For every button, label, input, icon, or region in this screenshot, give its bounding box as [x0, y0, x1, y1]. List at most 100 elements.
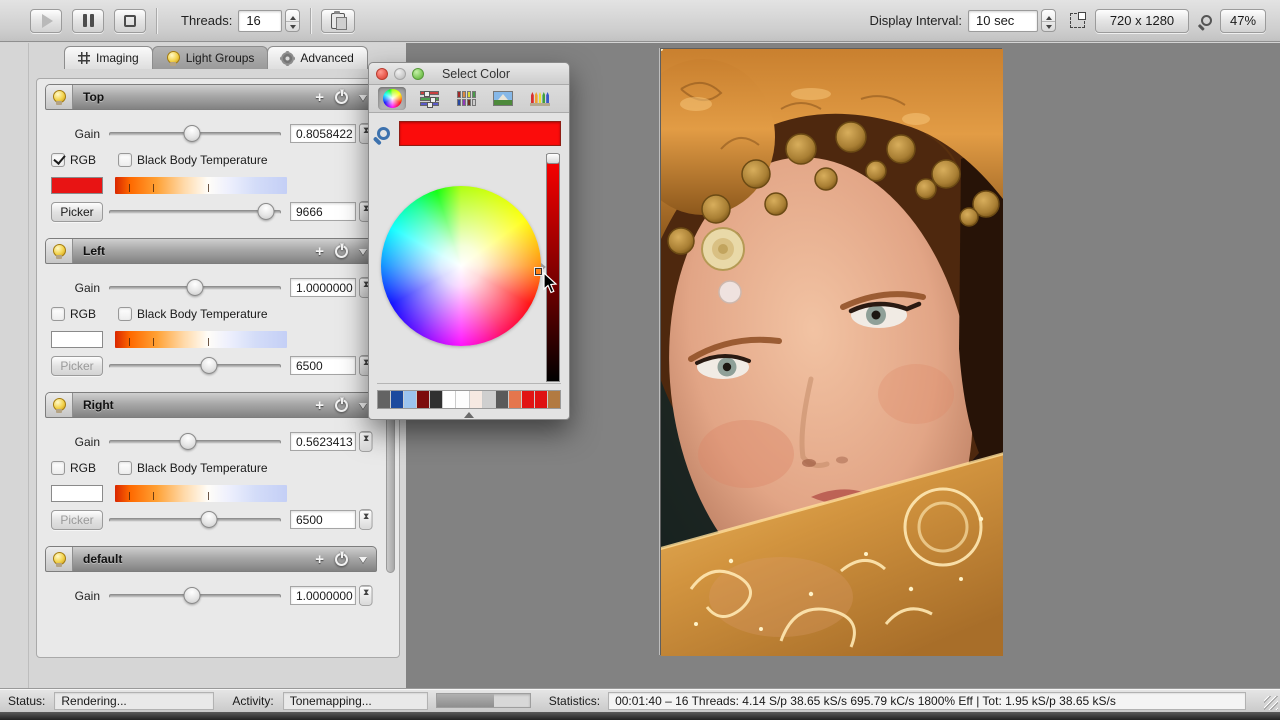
temperature-value-field[interactable]: 6500	[290, 510, 356, 529]
gain-stepper[interactable]	[359, 585, 373, 606]
temperature-slider[interactable]	[109, 202, 281, 222]
color-swatch[interactable]	[483, 391, 496, 408]
toolbar-separator	[310, 8, 311, 34]
sliders-mode-button[interactable]	[415, 87, 443, 110]
light-group-header[interactable]: default +	[45, 546, 377, 572]
picker-button[interactable]: Picker	[51, 202, 103, 222]
display-interval-label: Display Interval:	[870, 13, 962, 28]
swatch-tray	[377, 383, 561, 409]
picker-button[interactable]: Picker	[51, 510, 103, 530]
gain-value-field[interactable]: 1.0000000	[290, 586, 356, 605]
threads-input[interactable]: 16	[238, 10, 282, 32]
palette-mode-button[interactable]	[452, 87, 480, 110]
threads-stepper[interactable]	[285, 9, 300, 32]
add-icon[interactable]: +	[315, 553, 324, 566]
pause-icon	[83, 14, 94, 27]
dialog-titlebar[interactable]: Select Color	[369, 63, 569, 85]
light-group-header[interactable]: Left +	[45, 238, 377, 264]
temperature-value-field[interactable]: 6500	[290, 356, 356, 375]
power-icon[interactable]	[335, 553, 348, 566]
temperature-stepper[interactable]	[359, 509, 373, 530]
rgb-checkbox[interactable]	[51, 307, 65, 321]
render-pause-button[interactable]	[72, 9, 104, 33]
gain-slider[interactable]	[109, 278, 281, 298]
gain-value-field[interactable]: 0.8058422	[290, 124, 356, 143]
crayons-mode-button[interactable]	[526, 87, 554, 110]
bbt-checkbox[interactable]	[118, 153, 132, 167]
temperature-value-field[interactable]: 9666	[290, 202, 356, 221]
color-swatch[interactable]	[430, 391, 443, 408]
color-swatch[interactable]	[456, 391, 469, 408]
gain-value-field[interactable]: 1.0000000	[290, 278, 356, 297]
display-interval-stepper[interactable]	[1041, 9, 1056, 32]
color-swatch[interactable]	[470, 391, 483, 408]
color-swatch[interactable]	[548, 391, 560, 408]
light-group-header[interactable]: Right +	[45, 392, 377, 418]
color-swatch[interactable]	[417, 391, 430, 408]
color-swatch[interactable]	[535, 391, 548, 408]
brightness-slider-thumb[interactable]	[546, 153, 560, 164]
color-wheel[interactable]	[381, 186, 541, 346]
power-icon[interactable]	[335, 399, 348, 412]
tab-imaging[interactable]: Imaging	[64, 46, 153, 69]
copy-to-clipboard-button[interactable]	[321, 9, 355, 33]
color-swatch[interactable]	[51, 331, 103, 348]
statistics-value: 00:01:40 – 16 Threads: 4.14 S/p 38.65 kS…	[608, 692, 1246, 710]
light-group-header[interactable]: Top +	[45, 84, 377, 110]
bbt-checkbox[interactable]	[118, 307, 132, 321]
zoom-level-button[interactable]: 47%	[1220, 9, 1266, 33]
brightness-slider[interactable]	[546, 154, 560, 382]
temperature-slider[interactable]	[109, 356, 281, 376]
render-stop-button[interactable]	[114, 9, 146, 33]
side-panel: Imaging Light Groups Advanced Top +	[0, 43, 406, 688]
chevron-down-icon[interactable]	[359, 95, 367, 105]
color-swatch[interactable]	[443, 391, 456, 408]
add-icon[interactable]: +	[315, 399, 324, 412]
add-icon[interactable]: +	[315, 245, 324, 258]
render-resume-button[interactable]	[30, 9, 62, 33]
color-swatch[interactable]	[391, 391, 404, 408]
blackbody-gradient[interactable]	[115, 485, 287, 502]
color-swatch[interactable]	[404, 391, 417, 408]
picker-button[interactable]: Picker	[51, 356, 103, 376]
minimize-icon[interactable]	[394, 68, 406, 80]
blackbody-gradient[interactable]	[115, 331, 287, 348]
color-selection-marker[interactable]	[535, 268, 542, 275]
gain-stepper[interactable]	[359, 431, 373, 452]
image-mode-button[interactable]	[489, 87, 517, 110]
resolution-button[interactable]: 720 x 1280	[1095, 9, 1189, 33]
color-wheel-mode-button[interactable]	[378, 87, 406, 110]
gain-slider[interactable]	[109, 124, 281, 144]
select-color-dialog: Select Color	[368, 62, 570, 420]
rgb-checkbox[interactable]	[51, 461, 65, 475]
magnifier-icon[interactable]	[377, 127, 390, 140]
sliders-icon	[420, 91, 439, 106]
bbt-checkbox[interactable]	[118, 461, 132, 475]
gain-value-field[interactable]: 0.5623413	[290, 432, 356, 451]
display-interval-input[interactable]: 10 sec	[968, 10, 1038, 32]
gain-label: Gain	[75, 435, 100, 449]
color-swatch[interactable]	[509, 391, 522, 408]
chevron-down-icon[interactable]	[359, 249, 367, 259]
color-swatch[interactable]	[51, 485, 103, 502]
chevron-down-icon[interactable]	[359, 557, 367, 567]
color-swatch[interactable]	[378, 391, 391, 408]
zoom-window-icon[interactable]	[412, 68, 424, 80]
blackbody-gradient[interactable]	[115, 177, 287, 194]
power-icon[interactable]	[335, 245, 348, 258]
temperature-slider[interactable]	[109, 510, 281, 530]
color-swatch[interactable]	[51, 177, 103, 194]
gain-slider[interactable]	[109, 432, 281, 452]
power-icon[interactable]	[335, 91, 348, 104]
chevron-down-icon[interactable]	[359, 403, 367, 413]
color-swatch[interactable]	[496, 391, 509, 408]
rgb-checkbox[interactable]	[51, 153, 65, 167]
tab-light-groups[interactable]: Light Groups	[152, 46, 269, 69]
tab-advanced[interactable]: Advanced	[267, 46, 367, 69]
add-icon[interactable]: +	[315, 91, 324, 104]
gain-slider[interactable]	[109, 586, 281, 606]
window-resize-grip[interactable]	[1264, 696, 1278, 710]
tray-resize-handle[interactable]	[464, 407, 474, 418]
color-swatch[interactable]	[522, 391, 535, 408]
close-icon[interactable]	[376, 68, 388, 80]
